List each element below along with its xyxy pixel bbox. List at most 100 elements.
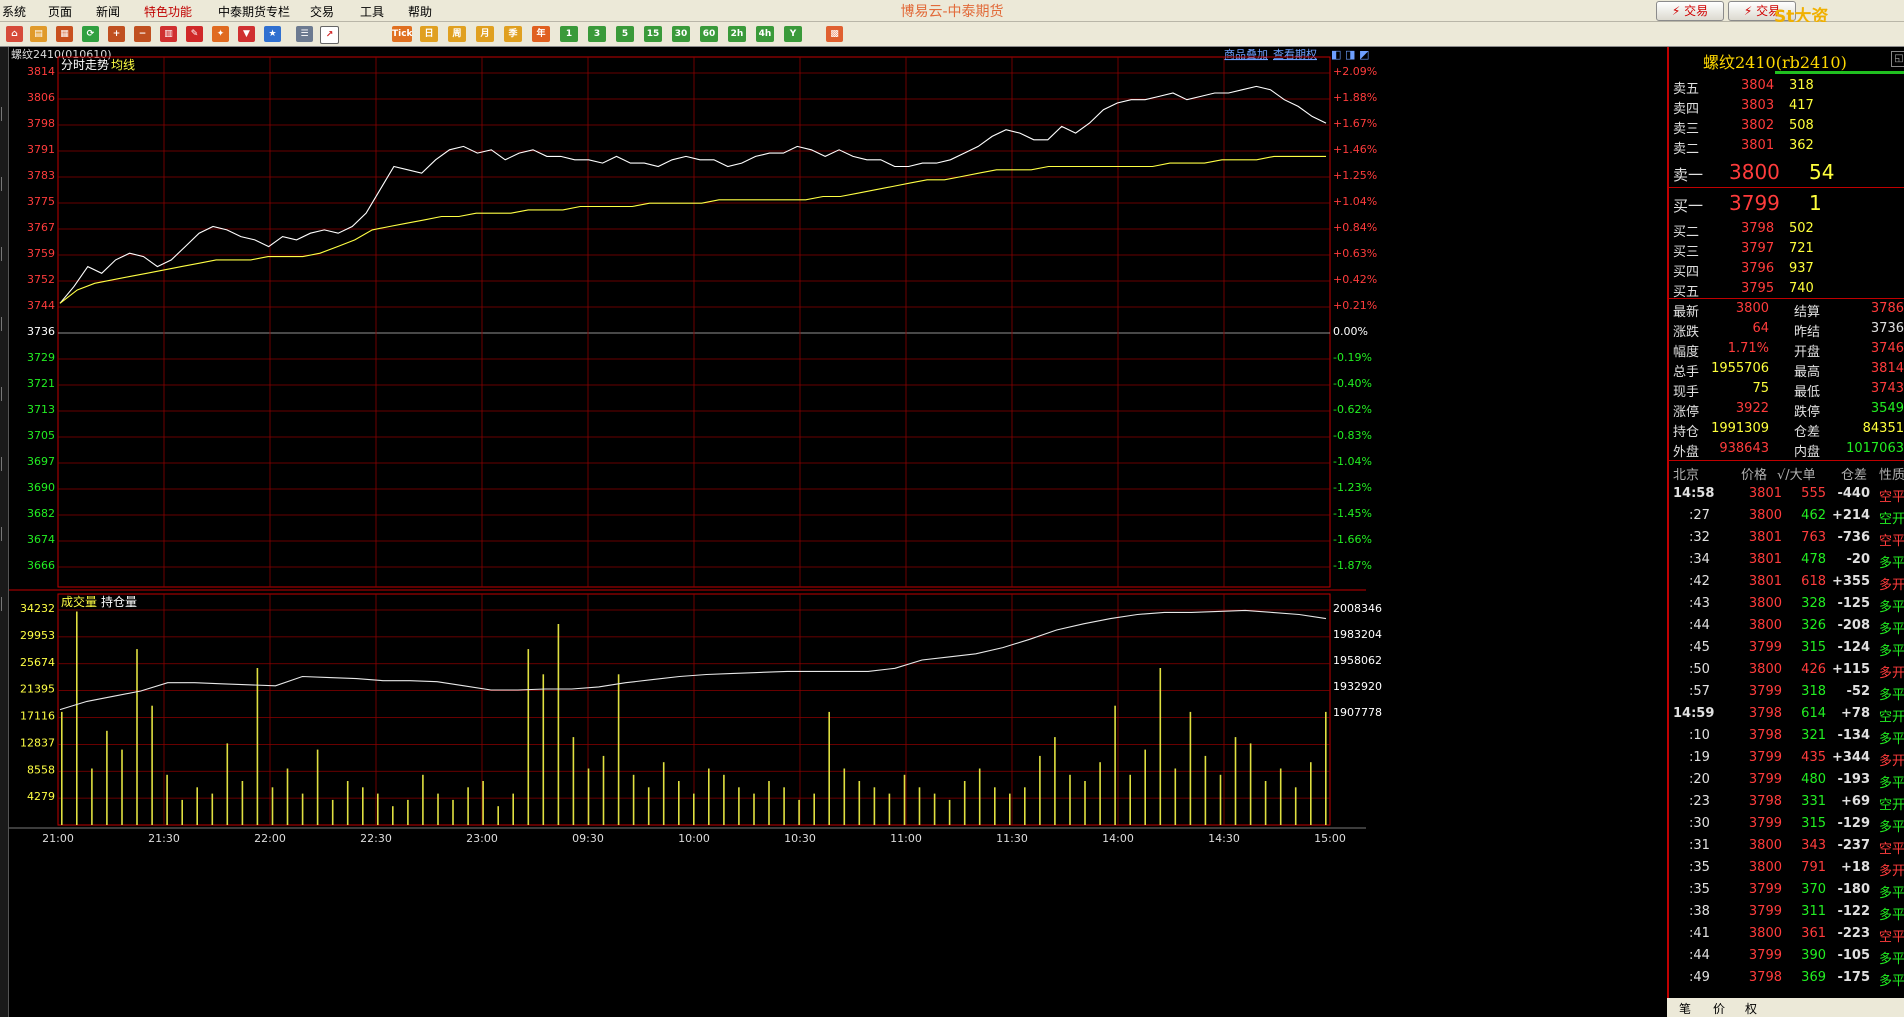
tick-row[interactable]: :43 3800 328 -125 多平 [1669,593,1904,615]
tick-row[interactable]: :57 3799 318 -52 多平 [1669,681,1904,703]
tick-t: 14:59 [1673,706,1715,721]
news-icon[interactable]: ▦ [56,26,73,42]
menu-item-2[interactable]: 新闻 [96,3,120,20]
pct-tick-label: -1.04% [1333,455,1372,468]
menu-item-4[interactable]: 中泰期货专栏 [218,3,290,20]
tab-price[interactable]: 价 [1713,1000,1725,1017]
tick-d: +78 [1841,706,1870,721]
volume-bar [1054,737,1056,825]
period-button-3[interactable]: 月 [476,26,494,42]
period-button-8[interactable]: 5 [616,26,634,42]
menu-item-1[interactable]: 页面 [48,3,72,20]
period-button-6[interactable]: 1 [560,26,578,42]
tick-d: +214 [1831,508,1870,523]
order-book-row[interactable]: 买一 3799 1 [1669,191,1904,215]
filter-icon[interactable]: ▼ [238,26,255,42]
tick-row[interactable]: 14:58 3801 555 -440 空平 [1669,483,1904,505]
menu-item-7[interactable]: 帮助 [408,3,432,20]
period-button-5[interactable]: 年 [532,26,550,42]
menu-item-5[interactable]: 交易 [310,3,334,20]
price-tick-label: 3791 [27,143,55,156]
tick-row[interactable]: :31 3800 343 -237 空平 [1669,835,1904,857]
trade-button[interactable]: ⚡ 交易 [1656,1,1724,21]
window-control-icon[interactable]: ◧ [1331,48,1341,61]
order-book-row[interactable]: 卖三 3802 508 [1669,116,1904,137]
calc-icon[interactable]: ▩ [826,26,843,42]
window-control-icon[interactable]: ◩ [1359,48,1369,61]
period-button-10[interactable]: 30 [672,26,690,42]
new-icon[interactable]: ★ [264,26,281,42]
menu-item-3[interactable]: 特色功能 [144,3,192,20]
window-control-icon[interactable]: ◨ [1345,48,1355,61]
tab-trades[interactable]: 笔 [1679,1000,1691,1017]
menu-item-6[interactable]: 工具 [360,3,384,20]
header-link-1[interactable]: 查看期权 [1273,47,1317,61]
period-button-13[interactable]: 4h [756,26,774,42]
folder-icon[interactable]: ▤ [30,26,47,42]
volume-bar [1084,781,1086,825]
tick-row[interactable]: :20 3799 480 -193 多平 [1669,769,1904,791]
zoom-out-icon[interactable]: − [134,26,151,42]
tab-options[interactable]: 权 [1745,1000,1757,1017]
chart-icon[interactable]: ▥ [160,26,177,42]
menu-item-0[interactable]: 系统 [2,3,26,20]
table-icon[interactable]: ☰ [296,26,313,42]
tick-row[interactable]: :45 3799 315 -124 多平 [1669,637,1904,659]
order-book-row[interactable]: 卖二 3801 362 [1669,136,1904,157]
volume-bar [76,611,78,825]
volume-bar [723,774,725,825]
tick-row[interactable]: :44 3800 326 -208 多平 [1669,615,1904,637]
tick-row[interactable]: :27 3800 462 +214 空开 [1669,505,1904,527]
intraday-chart[interactable]: 螺纹2410(010610) 商品叠加 查看期权 ◧ ◨ ◩3814 +2.09%3806 +… [9,47,1666,1017]
period-button-12[interactable]: 2h [728,26,746,42]
order-book-row[interactable]: 卖四 3803 417 [1669,96,1904,117]
brush-icon[interactable]: ✦ [212,26,229,42]
tick-row[interactable]: :32 3801 763 -736 空平 [1669,527,1904,549]
volume-bar [166,774,168,825]
tick-row[interactable]: :34 3801 478 -20 多平 [1669,549,1904,571]
zoom-in-icon[interactable]: + [108,26,125,42]
tick-row[interactable]: :42 3801 618 +355 多开 [1669,571,1904,593]
order-book-row[interactable]: 卖五 3804 318 [1669,76,1904,97]
tick-p: 3798 [1748,706,1782,721]
period-button-2[interactable]: 周 [448,26,466,42]
period-button-0[interactable]: Tick [392,26,413,42]
order-book-row[interactable]: 买五 3795 740 [1669,279,1904,300]
tick-row[interactable]: 14:59 3798 614 +78 空开 [1669,703,1904,725]
level-price: 3798 [1741,221,1775,236]
tick-row[interactable]: :50 3800 426 +115 多开 [1669,659,1904,681]
tick-row[interactable]: :30 3799 315 -129 多平 [1669,813,1904,835]
tick-row[interactable]: :10 3798 321 -134 多平 [1669,725,1904,747]
period-button-4[interactable]: 季 [504,26,522,42]
tick-row[interactable]: :23 3798 331 +69 空开 [1669,791,1904,813]
period-button-9[interactable]: 15 [644,26,662,42]
order-book-row[interactable]: 买三 3797 721 [1669,239,1904,260]
period-button-11[interactable]: 60 [700,26,718,42]
tick-row[interactable]: :44 3799 390 -105 多平 [1669,945,1904,967]
header-link-0[interactable]: 商品叠加 [1224,47,1268,61]
tick-t: :19 [1689,750,1710,765]
tick-row[interactable]: :41 3800 361 -223 空平 [1669,923,1904,945]
order-book-row[interactable]: 买二 3798 502 [1669,219,1904,240]
trend-chart-icon[interactable]: ↗ [320,26,339,44]
order-book-row[interactable]: 买四 3796 937 [1669,259,1904,280]
tick-row[interactable]: :49 3798 369 -175 多平 [1669,967,1904,989]
refresh-icon[interactable]: ⟳ [82,26,99,42]
pen-icon[interactable]: ✎ [186,26,203,42]
stat-row: 最新 3800 结算 3786 [1669,299,1904,320]
order-book-row[interactable]: 卖一 3800 54 [1669,160,1904,184]
price-tick-label: 3759 [27,247,55,260]
tick-row[interactable]: :35 3799 370 -180 多平 [1669,879,1904,901]
tick-row[interactable]: :35 3800 791 +18 多开 [1669,857,1904,879]
period-button-7[interactable]: 3 [588,26,606,42]
period-button-14[interactable]: Y [784,26,802,42]
volume-bar [813,793,815,825]
expand-icon[interactable]: ◱ [1891,51,1904,67]
period-button-1[interactable]: 日 [420,26,438,42]
chart-area[interactable]: 螺纹2410(010610) 商品叠加 查看期权 ◧ ◨ ◩ 3814 +2.09% 3806 +… [9,47,1666,1017]
tick-row[interactable]: :19 3799 435 +344 多开 [1669,747,1904,769]
tick-d: -175 [1837,970,1870,985]
home-icon[interactable]: ⌂ [6,26,23,42]
tick-row[interactable]: :38 3799 311 -122 多平 [1669,901,1904,923]
left-sidebar-strip[interactable] [0,47,9,1017]
